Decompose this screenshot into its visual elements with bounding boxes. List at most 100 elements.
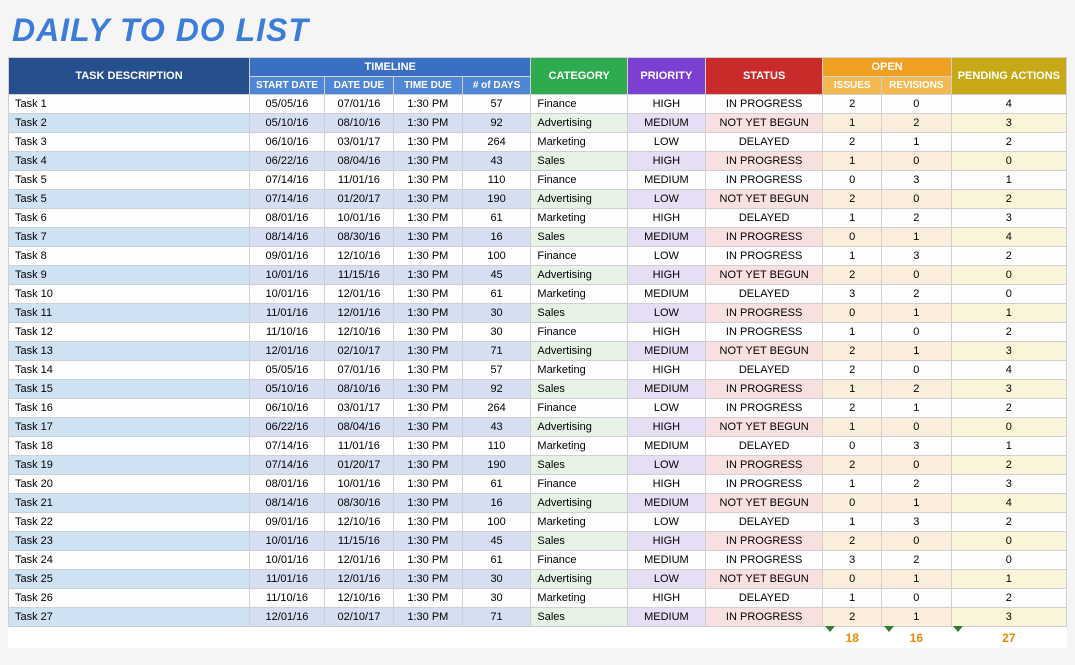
- cell-days[interactable]: 57: [462, 361, 531, 380]
- cell-due[interactable]: 07/01/16: [324, 95, 393, 114]
- cell-pending[interactable]: 4: [951, 494, 1066, 513]
- cell-revisions[interactable]: 1: [882, 399, 952, 418]
- table-row[interactable]: Task 1405/05/1607/01/161:30 PM57Marketin…: [9, 361, 1067, 380]
- cell-pending[interactable]: 3: [951, 342, 1066, 361]
- cell-pending[interactable]: 1: [951, 171, 1066, 190]
- cell-status[interactable]: DELAYED: [705, 133, 823, 152]
- cell-category[interactable]: Advertising: [531, 494, 627, 513]
- cell-days[interactable]: 110: [462, 437, 531, 456]
- cell-category[interactable]: Advertising: [531, 342, 627, 361]
- cell-desc[interactable]: Task 27: [9, 608, 250, 627]
- cell-desc[interactable]: Task 21: [9, 494, 250, 513]
- cell-category[interactable]: Sales: [531, 152, 627, 171]
- table-row[interactable]: Task 910/01/1611/15/161:30 PM45Advertisi…: [9, 266, 1067, 285]
- cell-revisions[interactable]: 2: [882, 380, 952, 399]
- cell-time[interactable]: 1:30 PM: [393, 247, 462, 266]
- cell-due[interactable]: 03/01/17: [324, 399, 393, 418]
- cell-due[interactable]: 11/01/16: [324, 437, 393, 456]
- cell-pending[interactable]: 2: [951, 247, 1066, 266]
- cell-time[interactable]: 1:30 PM: [393, 456, 462, 475]
- table-row[interactable]: Task 1111/01/1612/01/161:30 PM30SalesLOW…: [9, 304, 1067, 323]
- cell-due[interactable]: 08/10/16: [324, 380, 393, 399]
- cell-priority[interactable]: HIGH: [627, 589, 705, 608]
- cell-category[interactable]: Finance: [531, 399, 627, 418]
- cell-category[interactable]: Marketing: [531, 361, 627, 380]
- cell-category[interactable]: Marketing: [531, 437, 627, 456]
- cell-due[interactable]: 12/10/16: [324, 513, 393, 532]
- cell-status[interactable]: IN PROGRESS: [705, 228, 823, 247]
- cell-time[interactable]: 1:30 PM: [393, 190, 462, 209]
- cell-status[interactable]: IN PROGRESS: [705, 608, 823, 627]
- cell-issues[interactable]: 1: [823, 513, 882, 532]
- cell-days[interactable]: 43: [462, 418, 531, 437]
- cell-days[interactable]: 30: [462, 323, 531, 342]
- cell-due[interactable]: 01/20/17: [324, 456, 393, 475]
- cell-start[interactable]: 05/05/16: [250, 361, 325, 380]
- table-row[interactable]: Task 406/22/1608/04/161:30 PM43SalesHIGH…: [9, 152, 1067, 171]
- cell-desc[interactable]: Task 14: [9, 361, 250, 380]
- cell-priority[interactable]: LOW: [627, 456, 705, 475]
- table-row[interactable]: Task 1807/14/1611/01/161:30 PM110Marketi…: [9, 437, 1067, 456]
- cell-status[interactable]: IN PROGRESS: [705, 304, 823, 323]
- cell-pending[interactable]: 0: [951, 152, 1066, 171]
- cell-due[interactable]: 11/15/16: [324, 266, 393, 285]
- cell-due[interactable]: 12/01/16: [324, 551, 393, 570]
- cell-days[interactable]: 190: [462, 190, 531, 209]
- cell-category[interactable]: Finance: [531, 475, 627, 494]
- table-row[interactable]: Task 105/05/1607/01/161:30 PM57FinanceHI…: [9, 95, 1067, 114]
- cell-time[interactable]: 1:30 PM: [393, 114, 462, 133]
- cell-start[interactable]: 09/01/16: [250, 247, 325, 266]
- cell-priority[interactable]: MEDIUM: [627, 114, 705, 133]
- cell-issues[interactable]: 2: [823, 532, 882, 551]
- table-row[interactable]: Task 205/10/1608/10/161:30 PM92Advertisi…: [9, 114, 1067, 133]
- cell-status[interactable]: IN PROGRESS: [705, 247, 823, 266]
- cell-priority[interactable]: MEDIUM: [627, 171, 705, 190]
- cell-due[interactable]: 03/01/17: [324, 133, 393, 152]
- cell-start[interactable]: 08/01/16: [250, 209, 325, 228]
- cell-revisions[interactable]: 2: [882, 285, 952, 304]
- cell-desc[interactable]: Task 9: [9, 266, 250, 285]
- cell-status[interactable]: NOT YET BEGUN: [705, 266, 823, 285]
- cell-category[interactable]: Marketing: [531, 513, 627, 532]
- cell-priority[interactable]: MEDIUM: [627, 285, 705, 304]
- cell-category[interactable]: Finance: [531, 171, 627, 190]
- cell-desc[interactable]: Task 5: [9, 171, 250, 190]
- cell-priority[interactable]: LOW: [627, 304, 705, 323]
- cell-time[interactable]: 1:30 PM: [393, 380, 462, 399]
- cell-revisions[interactable]: 1: [882, 304, 952, 323]
- cell-status[interactable]: IN PROGRESS: [705, 456, 823, 475]
- cell-category[interactable]: Advertising: [531, 114, 627, 133]
- cell-status[interactable]: NOT YET BEGUN: [705, 570, 823, 589]
- cell-pending[interactable]: 4: [951, 95, 1066, 114]
- cell-start[interactable]: 08/14/16: [250, 494, 325, 513]
- cell-due[interactable]: 12/01/16: [324, 285, 393, 304]
- cell-issues[interactable]: 2: [823, 190, 882, 209]
- cell-status[interactable]: NOT YET BEGUN: [705, 190, 823, 209]
- cell-days[interactable]: 71: [462, 342, 531, 361]
- cell-issues[interactable]: 1: [823, 247, 882, 266]
- cell-start[interactable]: 10/01/16: [250, 532, 325, 551]
- cell-due[interactable]: 08/30/16: [324, 228, 393, 247]
- cell-start[interactable]: 05/10/16: [250, 114, 325, 133]
- cell-category[interactable]: Marketing: [531, 589, 627, 608]
- cell-issues[interactable]: 3: [823, 285, 882, 304]
- cell-pending[interactable]: 1: [951, 570, 1066, 589]
- cell-start[interactable]: 07/14/16: [250, 437, 325, 456]
- cell-due[interactable]: 08/04/16: [324, 152, 393, 171]
- cell-revisions[interactable]: 0: [882, 190, 952, 209]
- cell-desc[interactable]: Task 24: [9, 551, 250, 570]
- cell-pending[interactable]: 3: [951, 475, 1066, 494]
- cell-status[interactable]: IN PROGRESS: [705, 323, 823, 342]
- cell-category[interactable]: Advertising: [531, 418, 627, 437]
- cell-days[interactable]: 110: [462, 171, 531, 190]
- cell-issues[interactable]: 0: [823, 437, 882, 456]
- table-row[interactable]: Task 2611/10/1612/10/161:30 PM30Marketin…: [9, 589, 1067, 608]
- cell-revisions[interactable]: 0: [882, 266, 952, 285]
- cell-start[interactable]: 11/01/16: [250, 570, 325, 589]
- cell-desc[interactable]: Task 4: [9, 152, 250, 171]
- cell-time[interactable]: 1:30 PM: [393, 494, 462, 513]
- cell-days[interactable]: 57: [462, 95, 531, 114]
- cell-category[interactable]: Sales: [531, 380, 627, 399]
- cell-pending[interactable]: 2: [951, 399, 1066, 418]
- cell-start[interactable]: 06/10/16: [250, 399, 325, 418]
